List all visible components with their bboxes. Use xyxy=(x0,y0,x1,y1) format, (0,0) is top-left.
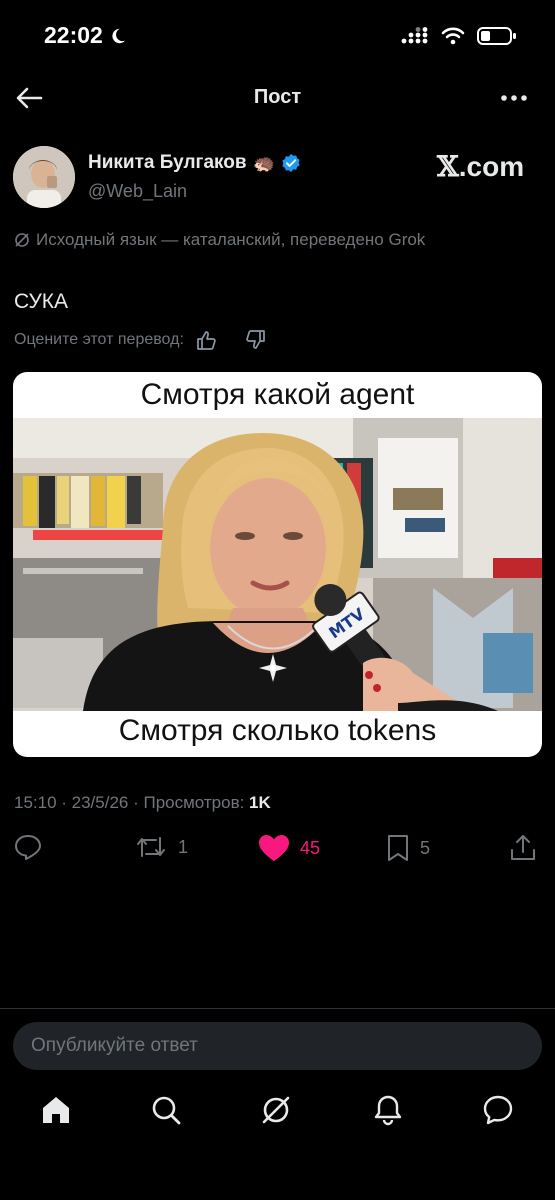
x-com-watermark: 𝕏 .com xyxy=(437,150,524,183)
retweet-count: 1 xyxy=(178,836,189,857)
nav-grok[interactable] xyxy=(260,1094,292,1126)
avatar-photo xyxy=(13,146,75,208)
status-time: 22:02 xyxy=(44,22,127,49)
retweet-icon xyxy=(137,837,165,857)
like-count: 45 xyxy=(300,837,321,858)
heart-filled-icon xyxy=(259,835,289,861)
retweet-button[interactable]: 1 xyxy=(134,834,188,860)
search-icon xyxy=(152,1096,181,1125)
meme-photo: MTV xyxy=(13,418,542,711)
more-options-icon[interactable] xyxy=(499,86,529,110)
post-media[interactable]: Смотря какой agent MTV Смотря сколько to… xyxy=(13,372,542,757)
chat-bubble-icon xyxy=(483,1095,513,1125)
meme-caption-bottom: Смотря сколько tokens xyxy=(118,714,437,747)
rate-translation: Оцените этот перевод: xyxy=(14,330,266,350)
home-icon xyxy=(43,1097,69,1123)
views-count[interactable]: 1K xyxy=(249,793,271,812)
avatar[interactable] xyxy=(13,146,75,208)
bookmark-button[interactable]: 5 xyxy=(386,834,430,862)
reply-button[interactable] xyxy=(14,834,42,860)
nav-messages[interactable] xyxy=(482,1094,514,1126)
post-text: СУКА xyxy=(14,290,69,313)
thumbs-up-icon[interactable] xyxy=(196,330,218,350)
hedgehog-emoji: 🦔 xyxy=(252,152,275,173)
nav-home[interactable] xyxy=(40,1094,72,1126)
author-name-text: Никита Булгаков xyxy=(88,152,247,173)
x-logo-icon: 𝕏 xyxy=(437,150,459,183)
divider xyxy=(0,1008,555,1009)
bottom-nav xyxy=(0,1094,555,1138)
signal-icon xyxy=(401,27,428,44)
interview-scene: MTV xyxy=(13,418,542,711)
x-com-suffix: .com xyxy=(458,151,525,182)
page-title: Пост xyxy=(253,86,302,108)
rate-label: Оцените этот перевод: xyxy=(14,331,184,348)
translation-note-text: Исходный язык — каталанский, переведено … xyxy=(36,230,426,249)
author-name[interactable]: Никита Булгаков 🦔 xyxy=(88,152,301,174)
post-timestamp: 15:10 · 23/5/26 · Просмотров: xyxy=(14,793,250,812)
verified-badge-icon xyxy=(282,154,300,172)
action-bar: 1 45 5 xyxy=(0,834,555,870)
meme-caption-top: Смотря какой agent xyxy=(140,378,415,411)
grok-icon xyxy=(15,233,29,247)
battery-icon xyxy=(477,27,516,45)
post-meta: 15:10 · 23/5/26 · Просмотров: 1K xyxy=(14,793,271,813)
nav-notifications[interactable] xyxy=(372,1094,404,1126)
thumbs-down-icon[interactable] xyxy=(244,330,266,350)
status-indicators xyxy=(401,26,517,46)
share-button[interactable] xyxy=(510,834,536,862)
reply-input[interactable]: Опубликуйте ответ xyxy=(13,1022,542,1070)
translation-note: Исходный язык — каталанский, переведено … xyxy=(14,230,425,250)
bookmark-icon xyxy=(388,835,408,861)
bell-icon xyxy=(374,1095,402,1126)
nav-search[interactable] xyxy=(150,1094,182,1126)
author-handle[interactable]: @Web_Lain xyxy=(88,181,187,202)
grok-icon xyxy=(262,1096,290,1124)
moon-icon xyxy=(112,28,126,43)
bookmark-count: 5 xyxy=(420,837,431,858)
clock: 22:02 xyxy=(44,22,103,48)
like-button[interactable]: 45 xyxy=(258,834,320,862)
wifi-icon xyxy=(441,27,465,45)
reply-icon xyxy=(15,835,41,860)
share-icon xyxy=(511,835,535,860)
